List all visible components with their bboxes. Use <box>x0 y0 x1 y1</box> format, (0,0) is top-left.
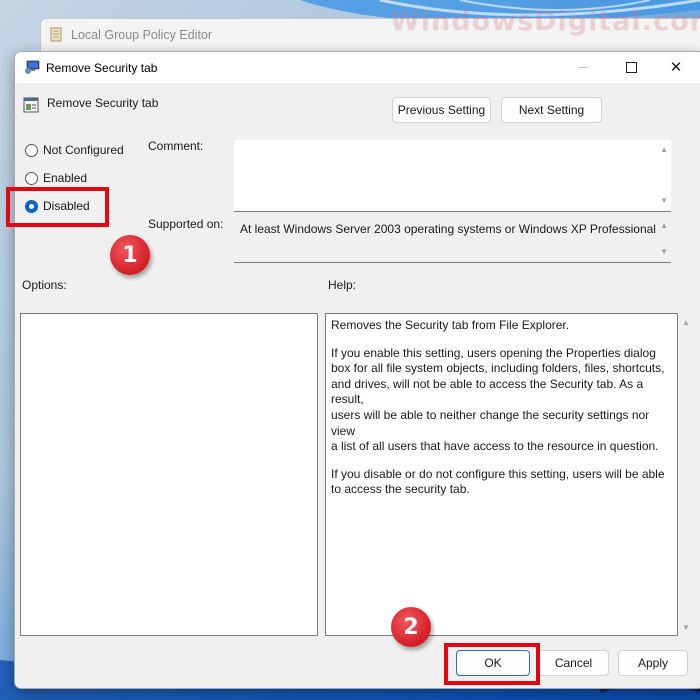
apply-button[interactable]: Apply <box>618 650 688 676</box>
comment-label: Comment: <box>148 139 204 153</box>
cancel-button[interactable]: Cancel <box>538 650 609 676</box>
previous-setting-button[interactable]: Previous Setting <box>392 97 491 123</box>
minimize-button[interactable] <box>560 52 606 83</box>
help-label: Help: <box>328 278 357 292</box>
background-window-title-text: Local Group Policy Editor <box>71 28 213 42</box>
supported-on-value: At least Windows Server 2003 operating s… <box>240 222 656 236</box>
step-badge-2: 2 <box>391 607 431 647</box>
watermark: WindowsDigital.com <box>390 6 700 37</box>
maximize-button[interactable] <box>608 52 654 83</box>
help-paragraph: If you disable or do not configure this … <box>331 466 665 497</box>
radio-not-configured[interactable]: Not Configured <box>25 143 124 157</box>
radio-enabled[interactable]: Enabled <box>25 171 87 185</box>
title-bar[interactable]: Remove Security tab ✕ <box>15 52 700 83</box>
help-paragraph: Removes the Security tab from File Explo… <box>331 318 570 332</box>
close-button[interactable]: ✕ <box>653 52 699 83</box>
supported-on-label: Supported on: <box>148 217 224 231</box>
dialog-title: Remove Security tab <box>46 61 158 75</box>
next-setting-button[interactable]: Next Setting <box>501 97 602 123</box>
help-scroll-up-icon[interactable]: ▲ <box>682 318 690 327</box>
comment-textarea[interactable]: ▲ ▼ <box>234 140 671 212</box>
scroll-up-icon[interactable]: ▲ <box>660 146 668 154</box>
maximize-icon <box>625 62 637 73</box>
background-window-title: Local Group Policy Editor <box>49 27 212 43</box>
step-badge-1: 1 <box>110 235 150 275</box>
options-panel <box>20 313 318 636</box>
scroll-down-icon[interactable]: ▼ <box>660 197 668 205</box>
minimize-icon <box>578 67 588 68</box>
setting-name: Remove Security tab <box>47 96 159 110</box>
scroll-icon <box>50 27 62 42</box>
radio-label: Enabled <box>43 171 88 185</box>
help-scroll-down-icon[interactable]: ▼ <box>682 623 690 632</box>
options-label: Options: <box>22 278 67 292</box>
policy-computer-icon <box>25 60 40 74</box>
close-icon: ✕ <box>669 59 683 76</box>
scroll-down-icon[interactable]: ▼ <box>660 248 668 256</box>
policy-setting-icon <box>23 97 39 113</box>
radio-label: Not Configured <box>43 143 124 157</box>
help-paragraph: If you enable this setting, users openin… <box>331 345 665 454</box>
policy-setting-dialog: Remove Security tab ✕ Remove Security ta… <box>14 51 700 689</box>
radio-button[interactable] <box>25 171 38 185</box>
scroll-up-icon[interactable]: ▲ <box>660 222 668 230</box>
help-panel: Removes the Security tab from File Explo… <box>325 313 678 636</box>
supported-on-field: At least Windows Server 2003 operating s… <box>234 216 671 263</box>
highlight-ok-button <box>444 643 540 685</box>
radio-button[interactable] <box>25 143 38 157</box>
highlight-disabled-option <box>6 187 109 227</box>
